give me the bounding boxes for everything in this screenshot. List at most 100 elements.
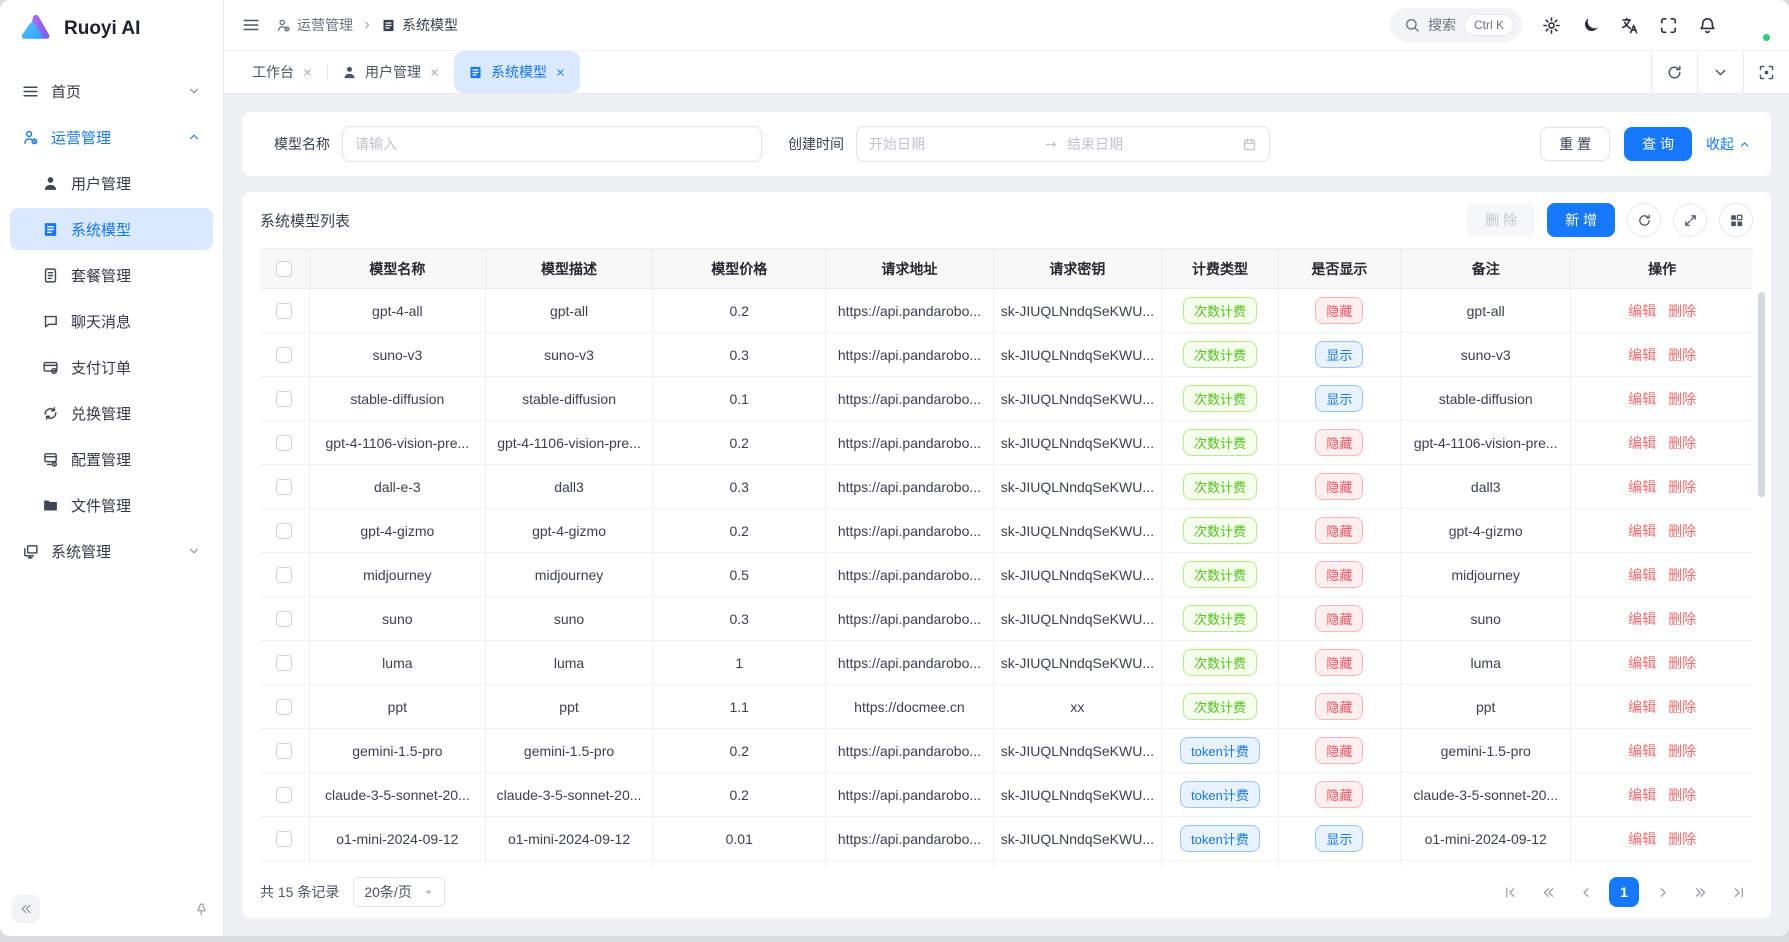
delete-link[interactable]: 删除	[1668, 787, 1696, 803]
delete-link[interactable]: 删除	[1668, 655, 1696, 671]
edit-link[interactable]: 编辑	[1628, 655, 1656, 671]
bell-icon[interactable]	[1698, 16, 1717, 35]
delete-link[interactable]: 删除	[1668, 699, 1696, 715]
row-checkbox[interactable]	[276, 391, 292, 407]
breadcrumb-item[interactable]: 运营管理	[276, 15, 353, 35]
next-10-pages-icon[interactable]	[1685, 877, 1715, 907]
edit-link[interactable]: 编辑	[1628, 435, 1656, 451]
expand-icon[interactable]	[1673, 203, 1707, 237]
row-checkbox[interactable]	[276, 831, 292, 847]
close-icon[interactable]	[429, 67, 440, 78]
key-cell: sk-JIUQLNndqSeKWU...	[993, 289, 1162, 333]
billing-cell: token计费	[1162, 773, 1278, 817]
price-cell: 0.2	[653, 729, 826, 773]
edit-link[interactable]: 编辑	[1628, 479, 1656, 495]
delete-link[interactable]: 删除	[1668, 523, 1696, 539]
tab-用户管理[interactable]: 用户管理	[328, 51, 454, 93]
tabs-focus-icon[interactable]	[1743, 51, 1789, 93]
delete-link[interactable]: 删除	[1668, 391, 1696, 407]
sidebar-item-首页[interactable]: 首页	[10, 70, 213, 112]
columns-setting-icon[interactable]	[1719, 203, 1753, 237]
select-all-checkbox[interactable]	[276, 261, 292, 277]
prev-10-pages-icon[interactable]	[1533, 877, 1563, 907]
pin-icon[interactable]	[194, 902, 209, 917]
row-checkbox[interactable]	[276, 567, 292, 583]
sidebar-item-系统管理[interactable]: 系统管理	[10, 530, 213, 572]
edit-link[interactable]: 编辑	[1628, 347, 1656, 363]
edit-link[interactable]: 编辑	[1628, 743, 1656, 759]
name-cell: luma	[309, 641, 485, 685]
edit-link[interactable]: 编辑	[1628, 611, 1656, 627]
sidebar-item-套餐管理[interactable]: 套餐管理	[10, 254, 213, 296]
page-size-select[interactable]: 20条/页	[353, 877, 445, 907]
sidebar-item-用户管理[interactable]: 用户管理	[10, 162, 213, 204]
translate-icon[interactable]	[1620, 16, 1639, 35]
sidebar-item-兑换管理[interactable]: 兑换管理	[10, 392, 213, 434]
sidebar-item-运营管理[interactable]: 运营管理	[10, 116, 213, 158]
model-name-input[interactable]	[342, 126, 762, 162]
sidebar-item-文件管理[interactable]: 文件管理	[10, 484, 213, 526]
edit-link[interactable]: 编辑	[1628, 567, 1656, 583]
close-icon[interactable]	[555, 67, 566, 78]
delete-button[interactable]: 删 除	[1467, 203, 1535, 237]
row-checkbox[interactable]	[276, 479, 292, 495]
row-checkbox[interactable]	[276, 787, 292, 803]
global-search[interactable]: 搜索 Ctrl K	[1390, 8, 1522, 42]
table-scrollbar[interactable]	[1758, 292, 1765, 497]
breadcrumb-item[interactable]: 系统模型	[381, 15, 458, 35]
menu-toggle-icon[interactable]	[242, 16, 260, 34]
fullscreen-icon[interactable]	[1659, 16, 1678, 35]
delete-link[interactable]: 删除	[1668, 303, 1696, 319]
sidebar-item-聊天消息[interactable]: 聊天消息	[10, 300, 213, 342]
tab-系统模型[interactable]: 系统模型	[454, 51, 580, 93]
row-checkbox[interactable]	[276, 743, 292, 759]
page-number-current[interactable]: 1	[1609, 877, 1639, 907]
logo[interactable]: Ruoyi AI	[0, 0, 223, 58]
delete-link[interactable]: 删除	[1668, 831, 1696, 847]
row-checkbox[interactable]	[276, 435, 292, 451]
moon-icon[interactable]	[1581, 16, 1600, 35]
prev-page-icon[interactable]	[1571, 877, 1601, 907]
delete-link[interactable]: 删除	[1668, 435, 1696, 451]
url-cell: https://api.pandarobo...	[826, 773, 993, 817]
row-checkbox[interactable]	[276, 347, 292, 363]
first-page-icon[interactable]	[1495, 877, 1525, 907]
tabs-menu-icon[interactable]	[1697, 51, 1743, 93]
refresh-icon[interactable]	[1627, 203, 1661, 237]
avatar[interactable]	[1737, 8, 1771, 42]
edit-link[interactable]: 编辑	[1628, 303, 1656, 319]
date-start-input[interactable]	[869, 136, 1036, 152]
edit-link[interactable]: 编辑	[1628, 831, 1656, 847]
row-checkbox[interactable]	[276, 523, 292, 539]
edit-link[interactable]: 编辑	[1628, 699, 1656, 715]
sidebar-item-配置管理[interactable]: 配置管理	[10, 438, 213, 480]
exchange-icon	[42, 405, 59, 422]
tabs-refresh-icon[interactable]	[1651, 51, 1697, 93]
last-page-icon[interactable]	[1723, 877, 1753, 907]
edit-link[interactable]: 编辑	[1628, 391, 1656, 407]
collapse-filters-link[interactable]: 收起	[1706, 134, 1751, 154]
next-page-icon[interactable]	[1647, 877, 1677, 907]
edit-link[interactable]: 编辑	[1628, 523, 1656, 539]
row-checkbox[interactable]	[276, 611, 292, 627]
tab-工作台[interactable]: 工作台	[238, 51, 327, 93]
row-checkbox[interactable]	[276, 303, 292, 319]
gear-icon[interactable]	[1542, 16, 1561, 35]
date-range-picker[interactable]	[856, 126, 1270, 162]
sidebar-collapse-button[interactable]	[12, 895, 40, 923]
sidebar-item-支付订单[interactable]: 支付订单	[10, 346, 213, 388]
row-checkbox[interactable]	[276, 699, 292, 715]
row-checkbox[interactable]	[276, 655, 292, 671]
delete-link[interactable]: 删除	[1668, 743, 1696, 759]
delete-link[interactable]: 删除	[1668, 611, 1696, 627]
close-icon[interactable]	[302, 67, 313, 78]
add-button[interactable]: 新 增	[1547, 203, 1615, 237]
delete-link[interactable]: 删除	[1668, 479, 1696, 495]
date-end-input[interactable]	[1067, 136, 1234, 152]
reset-button[interactable]: 重 置	[1540, 127, 1610, 161]
delete-link[interactable]: 删除	[1668, 567, 1696, 583]
sidebar-item-系统模型[interactable]: 系统模型	[10, 208, 213, 250]
edit-link[interactable]: 编辑	[1628, 787, 1656, 803]
search-button[interactable]: 查 询	[1624, 127, 1692, 161]
delete-link[interactable]: 删除	[1668, 347, 1696, 363]
